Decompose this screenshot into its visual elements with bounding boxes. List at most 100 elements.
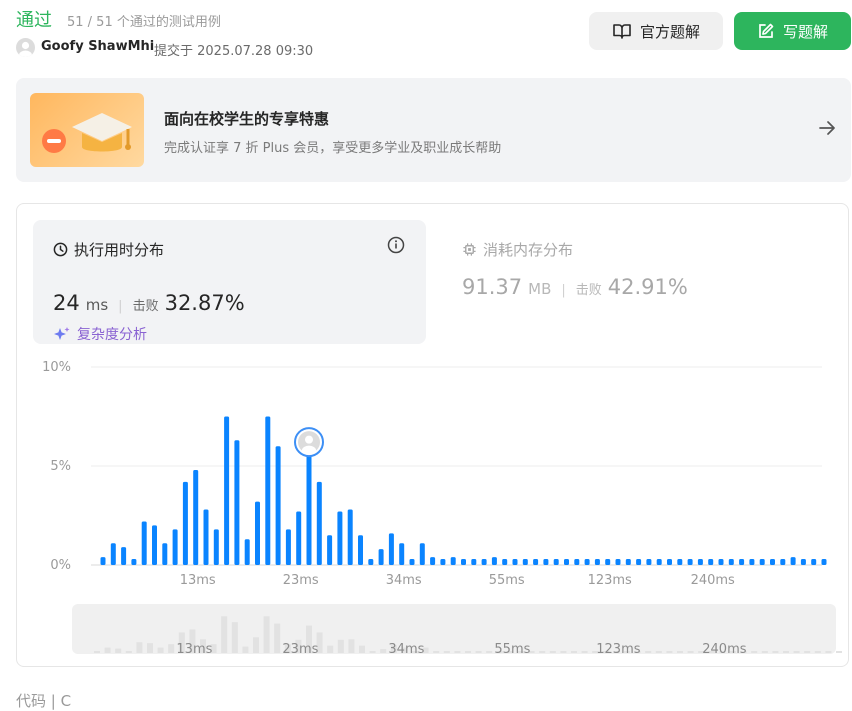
bar[interactable] — [605, 559, 611, 565]
bar[interactable] — [481, 559, 487, 565]
brush-bar — [486, 651, 493, 653]
avatar[interactable] — [16, 38, 35, 57]
bar[interactable] — [275, 446, 281, 565]
x-tick-label: 55ms — [489, 573, 525, 588]
bar[interactable] — [316, 481, 322, 565]
bar[interactable] — [131, 559, 137, 565]
bar[interactable] — [347, 509, 353, 565]
user-icon — [19, 41, 32, 57]
bar[interactable] — [182, 481, 188, 565]
bar[interactable] — [677, 559, 683, 565]
bar[interactable] — [419, 543, 425, 565]
bar[interactable] — [646, 559, 652, 565]
bar[interactable] — [800, 559, 806, 565]
bar[interactable] — [759, 559, 765, 565]
arrow-right-icon[interactable] — [817, 118, 837, 144]
bar[interactable] — [378, 549, 384, 565]
bar[interactable] — [306, 454, 312, 565]
bar[interactable] — [780, 559, 786, 565]
bar[interactable] — [636, 559, 642, 565]
bar[interactable] — [121, 547, 127, 565]
graduation-cap-illustration — [30, 93, 144, 167]
brush-bar — [115, 648, 122, 653]
write-solution-label: 写题解 — [782, 22, 828, 41]
bar[interactable] — [368, 559, 374, 565]
brush-tick-label: 13ms — [176, 642, 212, 657]
bar[interactable] — [234, 440, 240, 565]
bar[interactable] — [450, 557, 456, 565]
x-tick-label: 23ms — [283, 573, 319, 588]
bar[interactable] — [213, 529, 219, 565]
bar[interactable] — [811, 559, 817, 565]
brush-bar — [242, 646, 249, 653]
bar[interactable] — [790, 557, 796, 565]
bar[interactable] — [625, 559, 631, 565]
bar[interactable] — [615, 559, 621, 565]
bar[interactable] — [440, 559, 446, 565]
bar[interactable] — [749, 559, 755, 565]
edit-icon — [759, 23, 774, 38]
bar[interactable] — [358, 535, 363, 565]
y-tick-label: 10% — [42, 360, 71, 375]
runtime-distribution-chart[interactable]: 0% 5% 10% 13ms 23ms 34ms 55ms 123ms 240ms 13ms 23m… — [17, 204, 848, 666]
bar[interactable] — [244, 539, 250, 565]
bar[interactable] — [708, 559, 714, 565]
student-promo-banner[interactable]: 面向在校学生的专享特惠 完成认证享 7 折 Plus 会员，享受更多学业及职业成… — [16, 78, 851, 182]
x-tick-label: 34ms — [386, 573, 422, 588]
bar[interactable] — [203, 509, 209, 565]
brush-bar — [655, 651, 662, 653]
bar[interactable] — [461, 559, 466, 565]
bar[interactable] — [594, 559, 600, 565]
write-solution-button[interactable]: 写题解 — [734, 12, 851, 50]
bar[interactable] — [296, 511, 302, 565]
bar[interactable] — [152, 525, 157, 565]
bar[interactable] — [697, 559, 703, 565]
test-result: 51 / 51 个通过的测试用例 — [67, 15, 221, 30]
bar[interactable] — [265, 416, 271, 566]
bar[interactable] — [172, 529, 178, 565]
bar[interactable] — [471, 559, 477, 565]
brush-tick-label: 23ms — [282, 642, 318, 657]
bar[interactable] — [522, 559, 528, 565]
bar[interactable] — [327, 535, 333, 565]
bar[interactable] — [162, 543, 168, 565]
bar[interactable] — [656, 559, 662, 565]
bar[interactable] — [533, 559, 539, 565]
bar[interactable] — [141, 521, 147, 565]
bar[interactable] — [502, 559, 508, 565]
author-name[interactable]: Goofy ShawMhi — [41, 39, 154, 54]
bar[interactable] — [430, 557, 436, 565]
bar[interactable] — [388, 533, 394, 565]
bar[interactable] — [512, 559, 518, 565]
bar[interactable] — [110, 543, 116, 565]
brush-bar — [571, 651, 577, 653]
brush-bar — [560, 651, 567, 653]
bar[interactable] — [564, 559, 569, 565]
bar[interactable] — [193, 469, 199, 565]
user-icon-body — [302, 445, 316, 455]
bar[interactable] — [337, 511, 343, 565]
bar[interactable] — [821, 559, 827, 565]
bar[interactable] — [667, 559, 672, 565]
bar[interactable] — [687, 559, 693, 565]
bar[interactable] — [584, 559, 590, 565]
brush-bar — [125, 651, 132, 653]
bar[interactable] — [399, 543, 405, 565]
bar[interactable] — [255, 501, 260, 565]
official-solution-button[interactable]: 官方题解 — [589, 12, 723, 50]
bar[interactable] — [574, 559, 580, 565]
bar[interactable] — [718, 559, 724, 565]
brush-bar — [804, 651, 811, 653]
bar[interactable] — [285, 529, 291, 565]
bar[interactable] — [553, 559, 559, 565]
bar[interactable] — [224, 416, 230, 566]
bar[interactable] — [739, 559, 745, 565]
bar[interactable] — [543, 559, 549, 565]
brush-bar — [666, 651, 673, 653]
bar[interactable] — [409, 559, 415, 565]
bar[interactable] — [770, 559, 775, 565]
official-solution-label: 官方题解 — [639, 22, 700, 41]
bar[interactable] — [491, 557, 497, 565]
bar[interactable] — [728, 559, 734, 565]
bar[interactable] — [100, 557, 106, 565]
